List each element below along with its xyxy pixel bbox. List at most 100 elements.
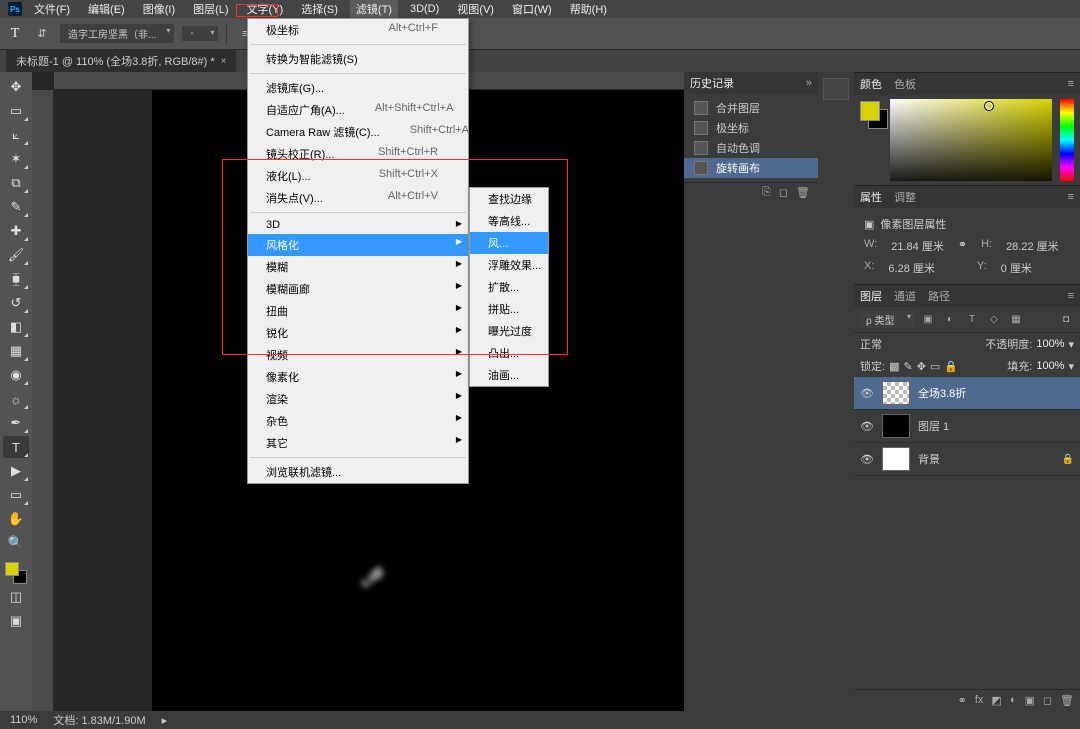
panel-menu-icon[interactable]: ≡ — [1068, 191, 1080, 203]
adjustments-tab[interactable]: 调整 — [894, 189, 916, 205]
menu-layer[interactable]: 图层(L) — [187, 0, 234, 19]
gradient-tool[interactable]: ▦ — [3, 340, 29, 362]
menu-item-wind[interactable]: 风... — [470, 232, 548, 254]
screen-mode-icon[interactable]: ▣ — [3, 610, 29, 632]
menu-item-noise[interactable]: 杂色 — [248, 410, 468, 432]
close-tab-icon[interactable]: × — [221, 56, 227, 67]
crop-tool[interactable]: ⧉ — [3, 172, 29, 194]
visibility-icon[interactable]: 👁 — [860, 387, 874, 400]
menu-item-pixelate[interactable]: 像素化 — [248, 366, 468, 388]
layer-name[interactable]: 图层 1 — [918, 418, 949, 434]
history-tab[interactable]: 历史记录 — [690, 75, 734, 91]
hue-slider[interactable] — [1060, 99, 1074, 181]
eraser-tool[interactable]: ◧ — [3, 316, 29, 338]
menu-item-liquify[interactable]: 液化(L)...Shift+Ctrl+X — [248, 165, 468, 187]
swatches-tab[interactable]: 色板 — [894, 76, 916, 92]
menu-item-lens-correction[interactable]: 镜头校正(R)...Shift+Ctrl+R — [248, 143, 468, 165]
lock-transparency-icon[interactable]: ▩ — [889, 360, 899, 373]
filter-smart-icon[interactable]: ▦ — [1008, 312, 1024, 328]
healing-tool[interactable]: ✚ — [3, 220, 29, 242]
width-value[interactable]: 21.84 厘米 — [891, 238, 944, 254]
menu-item-blur[interactable]: 模糊 — [248, 256, 468, 278]
shape-tool[interactable]: ▭ — [3, 484, 29, 506]
lock-position-icon[interactable]: ✥ — [917, 360, 926, 373]
color-picker[interactable] — [854, 95, 1080, 185]
filter-toggle-icon[interactable]: ◘ — [1058, 312, 1074, 328]
menu-image[interactable]: 图像(I) — [137, 0, 181, 19]
properties-tab[interactable]: 属性 — [860, 189, 882, 205]
chevron-down-icon[interactable]: ▾ — [1068, 360, 1074, 373]
visibility-icon[interactable]: 👁 — [860, 453, 874, 466]
menu-item-last-filter[interactable]: 极坐标 Alt+Ctrl+F — [248, 19, 468, 41]
menu-item-filter-gallery[interactable]: 滤镜库(G)... — [248, 77, 468, 99]
fill-value[interactable]: 100% — [1036, 360, 1064, 372]
marquee-tool[interactable]: ▭ — [3, 100, 29, 122]
collapsed-panel-icon[interactable] — [823, 78, 849, 100]
adjustment-layer-icon[interactable]: ◐ — [1010, 694, 1017, 707]
menu-edit[interactable]: 编辑(E) — [82, 0, 131, 19]
delete-layer-icon[interactable]: 🗑 — [1060, 694, 1074, 707]
panel-collapse-icon[interactable]: » — [806, 77, 818, 89]
menu-item-camera-raw[interactable]: Camera Raw 滤镜(C)...Shift+Ctrl+A — [248, 121, 468, 143]
menu-item-video[interactable]: 视频 — [248, 344, 468, 366]
fg-bg-swatch[interactable] — [5, 562, 27, 584]
path-select-tool[interactable]: ▶ — [3, 460, 29, 482]
menu-item-diffuse[interactable]: 扩散... — [470, 276, 548, 298]
menu-item-sharpen[interactable]: 锐化 — [248, 322, 468, 344]
toggle-orientation-icon[interactable]: ⇵ — [32, 24, 52, 44]
layer-filter-kind[interactable]: ρ 类型 — [860, 311, 914, 328]
menu-item-other[interactable]: 其它 — [248, 432, 468, 454]
menu-item-stylize[interactable]: 风格化 — [248, 234, 468, 256]
layer-style-icon[interactable]: fx — [975, 694, 984, 707]
menu-item-browse-online[interactable]: 浏览联机滤镜... — [248, 461, 468, 483]
new-document-icon[interactable]: ◻ — [779, 186, 788, 199]
font-style-select[interactable]: - — [182, 26, 218, 41]
paths-tab[interactable]: 路径 — [928, 288, 950, 304]
opacity-value[interactable]: 100% — [1036, 338, 1064, 350]
zoom-level[interactable]: 110% — [10, 714, 37, 726]
menu-item-convert-smart[interactable]: 转换为智能滤镜(S) — [248, 48, 468, 70]
menu-item-emboss[interactable]: 浮雕效果... — [470, 254, 548, 276]
link-wh-icon[interactable]: ⚭ — [958, 238, 967, 254]
chevron-right-icon[interactable]: ▸ — [162, 714, 168, 727]
stamp-tool[interactable]: ⧯ — [3, 268, 29, 290]
filter-type-icon[interactable]: T — [964, 312, 980, 328]
quick-mask-icon[interactable]: ◫ — [3, 586, 29, 608]
visibility-icon[interactable]: 👁 — [860, 420, 874, 433]
chevron-down-icon[interactable]: ▾ — [1068, 338, 1074, 351]
brush-tool[interactable]: 🖌 — [3, 244, 29, 266]
delete-history-icon[interactable]: 🗑 — [796, 186, 810, 199]
layers-tab[interactable]: 图层 — [860, 288, 882, 304]
document-tab[interactable]: 未标题-1 @ 110% (全场3.8折, RGB/8#) * × — [6, 50, 236, 72]
layer-row[interactable]: 👁 背景 🔒 — [854, 443, 1080, 476]
fg-color-swatch[interactable] — [860, 101, 880, 121]
layer-row[interactable]: 👁 全场3.8折 — [854, 377, 1080, 410]
menu-item-find-edges[interactable]: 查找边缘 — [470, 188, 548, 210]
channels-tab[interactable]: 通道 — [894, 288, 916, 304]
history-item[interactable]: 合并图层 — [684, 98, 818, 118]
panel-menu-icon[interactable]: ≡ — [1068, 78, 1080, 90]
menu-item-3d[interactable]: 3D — [248, 216, 468, 234]
color-tab[interactable]: 颜色 — [860, 76, 882, 92]
new-layer-icon[interactable]: ◻ — [1043, 694, 1052, 707]
height-value[interactable]: 28.22 厘米 — [1006, 238, 1059, 254]
lock-artboard-icon[interactable]: ▭ — [930, 360, 940, 373]
menu-item-tiles[interactable]: 拼贴... — [470, 298, 548, 320]
group-icon[interactable]: ▣ — [1024, 694, 1034, 707]
link-layers-icon[interactable]: ⚭ — [958, 694, 967, 707]
menu-file[interactable]: 文件(F) — [28, 0, 76, 19]
filter-adjust-icon[interactable]: ◐ — [942, 312, 958, 328]
menu-item-distort[interactable]: 扭曲 — [248, 300, 468, 322]
doc-info[interactable]: 文档: 1.83M/1.90M — [53, 712, 145, 728]
history-item[interactable]: 旋转画布 — [684, 158, 818, 178]
menu-item-contour[interactable]: 等高线... — [470, 210, 548, 232]
layer-mask-icon[interactable]: ◩ — [991, 694, 1001, 707]
eyedropper-tool[interactable]: ✎ — [3, 196, 29, 218]
lasso-tool[interactable]: ⟀ — [3, 124, 29, 146]
menu-help[interactable]: 帮助(H) — [564, 0, 613, 19]
zoom-tool[interactable]: 🔍 — [3, 532, 29, 554]
blur-tool[interactable]: ◉ — [3, 364, 29, 386]
menu-item-vanishing-point[interactable]: 消失点(V)...Alt+Ctrl+V — [248, 187, 468, 209]
blend-mode-select[interactable]: 正常 — [860, 336, 930, 352]
menu-select[interactable]: 选择(S) — [295, 0, 344, 19]
